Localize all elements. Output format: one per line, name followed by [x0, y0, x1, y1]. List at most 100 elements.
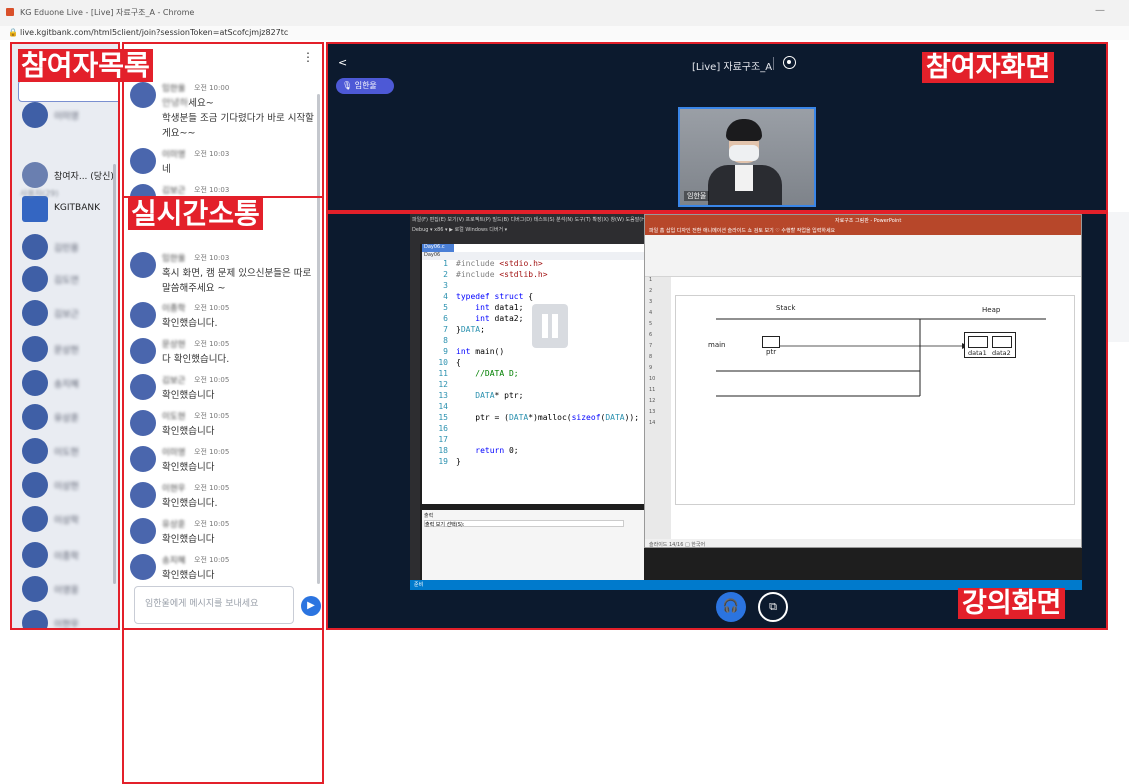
ppt-ribbon-tabs: 파일 홈 삽입 디자인 전환 애니메이션 슬라이드 쇼 검토 보기 ♡ 수행할 … — [645, 225, 1081, 235]
code-token: data2; — [489, 314, 524, 323]
ppt-statusbar: 슬라이드 14/16 □ 한국어 — [645, 539, 1081, 547]
slide-thumbnail[interactable]: 4 — [645, 310, 671, 321]
participants-section-label: 사용자(29) — [20, 189, 59, 198]
avatar — [22, 336, 48, 362]
slide-thumbnail[interactable]: 2 — [645, 288, 671, 299]
code-token: int — [456, 347, 471, 356]
code-token: ; — [480, 325, 485, 334]
avatar — [22, 610, 48, 628]
participant-item[interactable]: 김도연 — [22, 266, 118, 292]
slide-data1-box — [968, 336, 988, 348]
slide-canvas: Stack Heap main ptr data1 data2 — [675, 295, 1075, 505]
line-number: 12 — [438, 380, 448, 389]
slide-thumbnail[interactable]: 8 — [645, 354, 671, 365]
avatar — [22, 196, 48, 222]
line-number: 14 — [438, 402, 448, 411]
slide-thumbnail[interactable]: 14 — [645, 420, 671, 431]
record-icon[interactable] — [783, 56, 796, 69]
line-number: 4 — [443, 292, 448, 301]
slide-data1-label: data1 — [968, 349, 987, 357]
back-user-icon[interactable]: < — [338, 56, 347, 69]
minimize-button[interactable]: — — [1095, 5, 1105, 16]
participant-name: 송지혜 — [54, 380, 79, 390]
participant-search[interactable] — [18, 80, 118, 102]
lock-icon: 🔒 — [8, 28, 18, 37]
code-token: DATA — [475, 391, 495, 400]
overlay-label-chat: 실시간소통 — [122, 196, 324, 784]
code-token: DATA — [605, 413, 625, 422]
participant-item[interactable]: 참여자... (당신) — [22, 162, 118, 188]
slide-ptr-label: ptr — [766, 348, 777, 356]
participant-item[interactable]: 문상현 — [22, 336, 118, 362]
line-number: 19 — [438, 457, 448, 466]
participant-name: 참여자... (당신) — [54, 172, 114, 182]
participant-item[interactable]: 이상현 — [22, 472, 118, 498]
participant-item[interactable]: KGITBANK — [22, 196, 118, 222]
code-token: { — [456, 358, 461, 367]
slide-stack-label: Stack — [776, 304, 796, 312]
participant-scrollbar[interactable] — [113, 164, 116, 584]
url-text[interactable]: live.kgitbank.com/html5client/join?sessi… — [20, 28, 288, 37]
webcam-label: 임한울 — [684, 191, 710, 201]
avatar — [22, 370, 48, 396]
chat-more-icon[interactable]: ⋮ — [302, 50, 314, 64]
slide-thumbnail[interactable]: 7 — [645, 343, 671, 354]
participant-item[interactable]: 송지혜 — [22, 370, 118, 396]
slide-thumbnail[interactable]: 13 — [645, 409, 671, 420]
line-number: 11 — [438, 369, 448, 378]
slide-heap-label: Heap — [982, 306, 1001, 314]
slide-thumbnail[interactable]: 12 — [645, 398, 671, 409]
ppt-title: 자료구조 그림판 - PowerPoint — [835, 218, 902, 224]
headset-button[interactable]: 🎧 — [716, 592, 746, 622]
code-line: 3 — [424, 280, 639, 291]
slide-thumbnail[interactable]: 1 — [645, 277, 671, 288]
participant-name: 김보근 — [54, 310, 79, 320]
screen-share-button[interactable]: ⧉ — [758, 592, 788, 622]
ppt-thumbnails: 1 2 3 4 5 6 7 8 9 10 11 12 13 14 — [645, 277, 671, 539]
participant-item[interactable]: 이상학 — [22, 506, 118, 532]
vs-toolbar-text: Debug ▾ x86 ▾ ▶ 로컬 Windows 디버거 ▾ — [412, 227, 508, 233]
slide-thumbnail[interactable]: 10 — [645, 376, 671, 387]
slide-thumbnail[interactable]: 3 — [645, 299, 671, 310]
vs-side-strip — [410, 244, 420, 590]
browser-titlebar: KG Eduone Live - [Live] 자료구조_A - Chrome … — [0, 0, 1129, 26]
address-bar[interactable]: 🔒 live.kgitbank.com/html5client/join?ses… — [0, 26, 1129, 40]
participant-name: 이영웅 — [54, 586, 79, 596]
code-token: <stdio.h> — [499, 259, 543, 268]
slide-thumbnail[interactable]: 9 — [645, 365, 671, 376]
participant-item[interactable]: 이영웅 — [22, 576, 118, 602]
participant-item[interactable]: 김민용 — [22, 234, 118, 260]
slide-thumbnail[interactable]: 11 — [645, 387, 671, 398]
webcam-video[interactable]: 임한울 — [678, 107, 816, 207]
overlay-label-participants: 참여자목록 — [14, 49, 157, 82]
message-time: 오전 10:03 — [194, 150, 230, 158]
participant-item[interactable]: 유상훈 — [22, 404, 118, 430]
vs-toolbar: 파일(F) 편집(E) 보기(V) 프로젝트(P) 빌드(B) 디버그(D) 테… — [410, 214, 647, 244]
participant-item[interactable]: 김보근 — [22, 300, 118, 326]
slide-thumbnail[interactable]: 6 — [645, 332, 671, 343]
participant-name: KGITBANK — [54, 203, 100, 213]
sender-name: 임한울 — [162, 84, 186, 94]
participant-item[interactable]: 이현우 — [22, 610, 118, 630]
code-token: sizeof — [571, 413, 601, 422]
line-number: 3 — [443, 281, 448, 290]
participant-name: 김민용 — [54, 244, 79, 254]
participant-item[interactable]: 이도현 — [22, 438, 118, 464]
avatar — [22, 506, 48, 532]
avatar — [22, 162, 48, 188]
output-source-select: 출력 보기 선택(S): — [424, 520, 624, 528]
code-token: DATA — [508, 413, 529, 422]
vs-menu: 파일(F) 편집(E) 보기(V) 프로젝트(P) 빌드(B) 디버그(D) 테… — [412, 217, 647, 223]
code-token: data1; — [489, 303, 524, 312]
avatar — [22, 542, 48, 568]
editor-tab: Day06.c — [422, 244, 454, 252]
powerpoint-window: 자료구조 그림판 - PowerPoint 파일 홈 삽입 디자인 전환 애니메… — [644, 214, 1082, 548]
participant-item[interactable]: 이미영 — [22, 102, 118, 128]
slide-thumbnail[interactable]: 5 — [645, 321, 671, 332]
participant-name: 이현우 — [54, 620, 79, 630]
code-line: 2 #include <stdlib.h> — [424, 269, 639, 280]
code-line: 15 ptr = (DATA*)malloc(sizeof(DATA)); — [424, 412, 639, 423]
slide-data2-label: data2 — [992, 349, 1011, 357]
participant-item[interactable]: 이종학 — [22, 542, 118, 568]
pause-icon — [532, 304, 568, 348]
